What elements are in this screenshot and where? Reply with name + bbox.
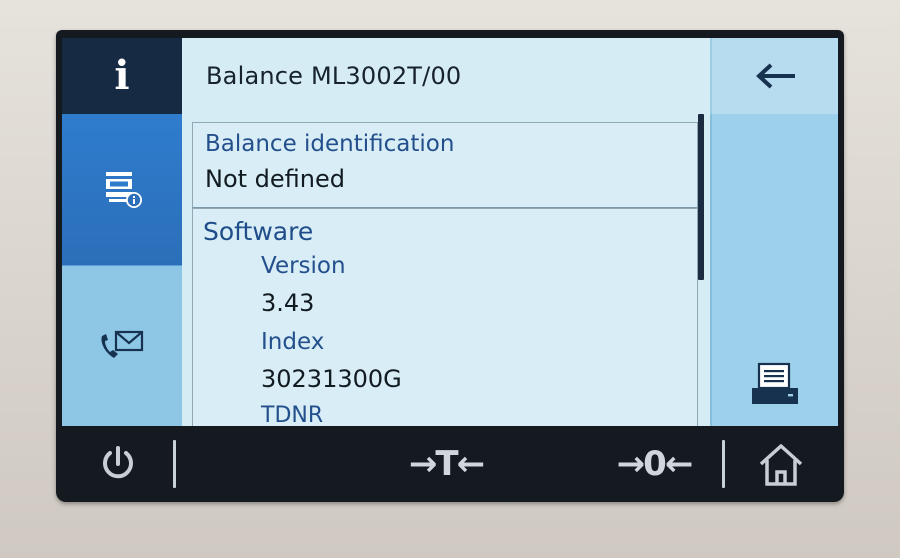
identification-label: Balance identification — [205, 131, 455, 157]
software-card: Software Version 3.43 Index 30231300G TD… — [192, 208, 698, 426]
power-icon — [103, 446, 133, 479]
identification-value: Not defined — [205, 165, 346, 193]
print-button[interactable] — [712, 114, 838, 426]
bottom-key-bar: →T← →0← — [56, 428, 844, 502]
left-nav: i — [62, 38, 182, 426]
separator — [173, 440, 176, 488]
separator — [722, 440, 725, 488]
page-title: Balance ML3002T/00 — [206, 62, 462, 90]
header-bar: Balance ML3002T/00 — [182, 38, 710, 114]
nav-tab-info[interactable]: i — [62, 38, 182, 114]
index-value: 30231300G — [261, 365, 402, 393]
home-icon — [759, 444, 803, 486]
nav-tab-balance-info[interactable] — [62, 114, 182, 266]
tdnr-label-partial: TDNR — [261, 403, 324, 426]
scrollbar[interactable] — [698, 114, 704, 280]
display-screen: i Balance ML3002T/00 Balance identificat… — [62, 38, 838, 426]
identification-card: Balance identification Not defined — [192, 122, 698, 208]
version-label: Version — [261, 253, 346, 279]
version-value: 3.43 — [261, 289, 315, 317]
arrow-left-icon — [756, 63, 795, 89]
right-column — [710, 114, 838, 426]
power-button[interactable] — [94, 440, 142, 488]
software-heading: Software — [203, 217, 314, 246]
info-icon: i — [114, 52, 130, 99]
tare-label: →T← — [408, 444, 485, 484]
info-content[interactable]: Balance identification Not defined Softw… — [182, 114, 710, 426]
nav-tab-communication[interactable] — [62, 266, 182, 426]
printer-icon — [752, 362, 798, 404]
tare-button[interactable]: →T← — [386, 442, 506, 486]
phone-mail-icon — [101, 330, 144, 358]
zero-label: →0← — [616, 444, 694, 484]
zero-button[interactable]: →0← — [594, 442, 714, 486]
back-button[interactable] — [710, 38, 838, 114]
index-label: Index — [261, 329, 325, 355]
balance-info-icon — [106, 171, 142, 208]
home-button[interactable] — [754, 440, 808, 490]
